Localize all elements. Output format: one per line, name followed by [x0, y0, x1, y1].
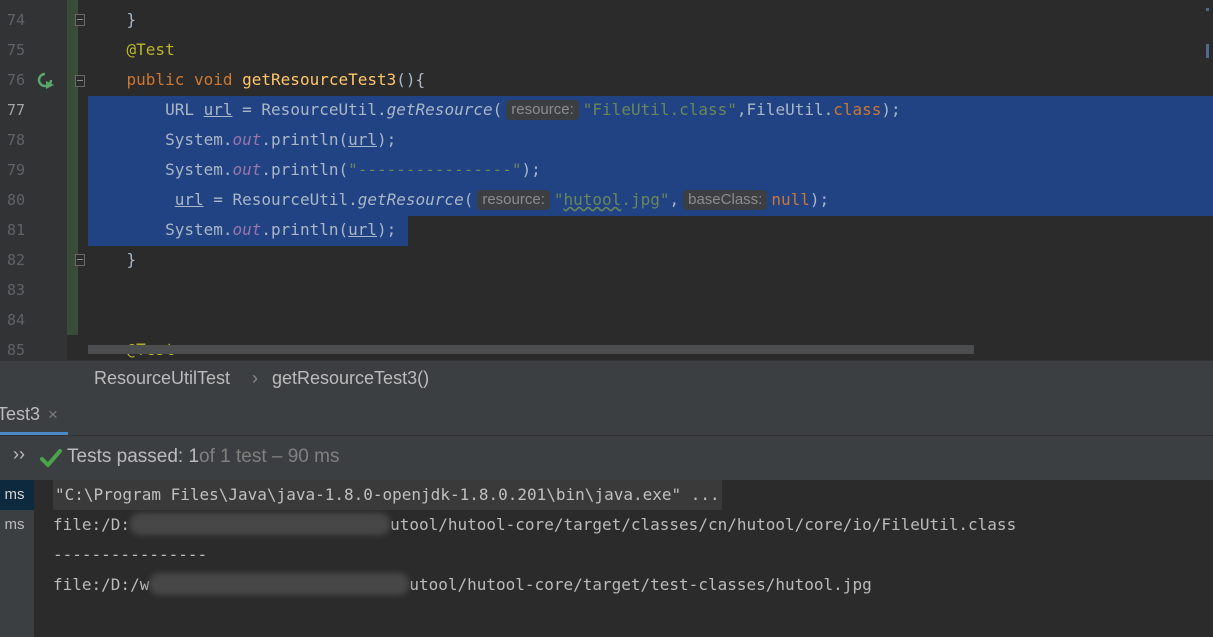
line-number: 83 — [7, 281, 26, 299]
close-icon[interactable]: × — [48, 405, 58, 424]
tab-run-config[interactable]: Test3 × — [0, 397, 68, 435]
tab-label: Test3 — [0, 404, 41, 424]
code-line: @Test — [126, 40, 175, 59]
tests-passed-label: Tests passed: 1 — [67, 446, 200, 467]
test-duration[interactable]: 0 ms — [0, 510, 34, 540]
code-line: System.out.println(url); — [165, 220, 397, 239]
parameter-hint: baseClass: — [683, 190, 768, 210]
console-line: file:/D:/w utool/hutool-core/target/test-… — [53, 573, 872, 595]
breadcrumb: ResourceUtilTest › getResourceTest3() — [0, 360, 1213, 398]
console-output[interactable]: "C:\Program Files\Java\java-1.8.0-openjd… — [35, 480, 1213, 637]
parameter-hint: resource: — [506, 100, 579, 120]
check-icon — [40, 449, 62, 467]
scrollbar-marker[interactable] — [1206, 44, 1209, 58]
breadcrumb-separator: › — [252, 368, 258, 388]
console-line: ---------------- — [53, 545, 208, 564]
run-tab-bar: Test3 × — [0, 397, 1213, 436]
code-line: } — [126, 10, 137, 29]
breadcrumb-method[interactable]: getResourceTest3() — [272, 368, 429, 389]
line-number: 77 — [7, 101, 26, 119]
code-line: url = ResourceUtil.getResource(resource:… — [174, 190, 830, 210]
horizontal-scrollbar[interactable] — [88, 345, 974, 354]
line-number: 81 — [7, 221, 26, 239]
code-line: URL url = ResourceUtil.getResource(resou… — [165, 100, 901, 120]
console-line: "C:\Program Files\Java\java-1.8.0-openjd… — [53, 480, 722, 510]
fold-marker-icon[interactable] — [75, 75, 85, 87]
code-line: System.out.println(url); — [165, 130, 397, 149]
fold-marker-icon[interactable] — [75, 254, 85, 266]
scrollbar-marker[interactable] — [1206, 8, 1209, 11]
line-number: 75 — [7, 41, 26, 59]
code-line: System.out.println("----------------"); — [165, 160, 541, 179]
line-number: 82 — [7, 251, 26, 269]
line-number: 80 — [7, 191, 26, 209]
line-number: 78 — [7, 131, 26, 149]
parameter-hint: resource: — [477, 190, 550, 210]
line-number-gutter: 74 75 76 77 78 79 80 81 82 83 84 85 — [0, 0, 67, 360]
console-line: file:/D: utool/hutool-core/target/classes… — [53, 513, 1017, 535]
test-status-bar: ›› Tests passed: 1 of 1 test – 90 ms — [0, 436, 1213, 480]
code-editor[interactable]: 74 75 76 77 78 79 80 81 82 83 84 85 } @T… — [0, 0, 1213, 360]
code-line: } — [126, 250, 137, 269]
vcs-change-marker — [67, 0, 78, 335]
fold-marker-icon[interactable] — [75, 14, 85, 26]
line-number: 85 — [7, 341, 26, 359]
test-results-tree: 0 ms 0 ms — [0, 480, 35, 637]
line-number: 84 — [7, 311, 26, 329]
line-number: 74 — [7, 11, 26, 29]
run-test-icon[interactable] — [37, 72, 55, 90]
redacted-region — [149, 573, 410, 595]
breadcrumb-class[interactable]: ResourceUtilTest — [94, 368, 230, 389]
redacted-region — [130, 513, 391, 535]
expand-icon[interactable]: ›› — [13, 444, 25, 465]
code-line: public void getResourceTest3(){ — [126, 70, 426, 89]
tests-summary: of 1 test – 90 ms — [199, 446, 340, 467]
test-duration[interactable]: 0 ms — [0, 480, 34, 510]
line-number: 79 — [7, 161, 26, 179]
